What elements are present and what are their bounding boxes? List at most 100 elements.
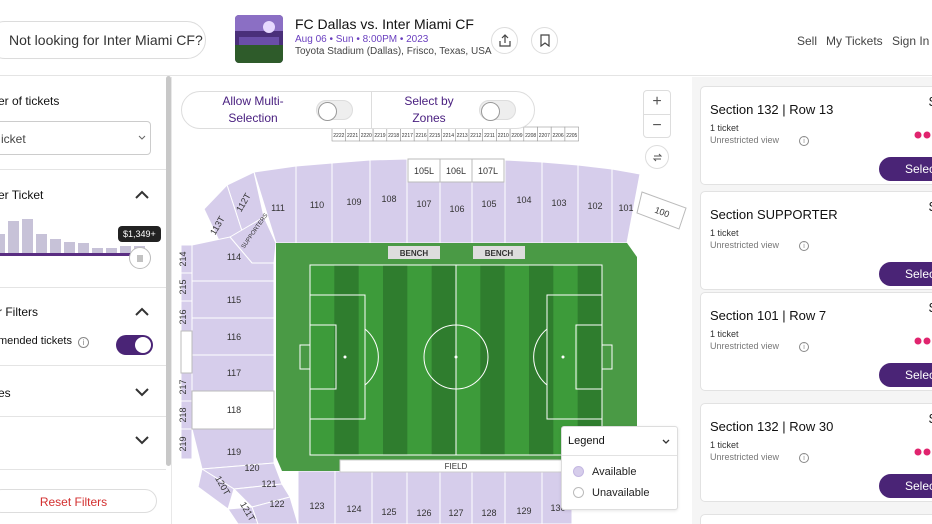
section-label: 217 [178, 379, 188, 394]
section-123[interactable] [297, 470, 336, 524]
section-label: 119 [227, 447, 241, 457]
listing-card[interactable]: Section 101 | Row 7 1 ticket Unrestricte… [700, 292, 932, 391]
price-range-track[interactable] [0, 253, 140, 256]
recommended-toggle[interactable] [116, 335, 153, 355]
info-icon[interactable]: i [78, 337, 89, 348]
info-icon[interactable]: i [799, 453, 809, 463]
zoom-out-button[interactable]: − [644, 115, 670, 138]
chevron-down-icon[interactable] [135, 435, 149, 445]
legend-title: Legend [568, 435, 605, 447]
listing-card[interactable]: Section 132 | Row 13 1 ticket Unrestrict… [700, 86, 932, 185]
select-button[interactable]: Select [879, 262, 932, 286]
bookmark-button[interactable] [531, 27, 558, 54]
section-label: 123 [309, 501, 324, 511]
pitch-stripe [456, 265, 481, 455]
chevron-down-icon[interactable] [662, 439, 670, 445]
event-thumbnail[interactable] [235, 15, 283, 63]
section-label: 215 [178, 279, 188, 294]
histogram-bar [64, 242, 75, 253]
section-label: 219 [178, 436, 188, 451]
pitch-stripe [480, 265, 506, 455]
share-button[interactable] [491, 27, 518, 54]
chevron-up-icon[interactable] [135, 307, 149, 317]
zones-toggle[interactable] [479, 100, 516, 121]
zoom-in-button[interactable]: + [644, 91, 670, 114]
nav-sign-in[interactable]: Sign In [892, 34, 929, 48]
zoom-controls: + − [643, 90, 671, 138]
select-button[interactable]: Select [879, 157, 932, 181]
select-button[interactable]: Select [879, 363, 932, 387]
listing-view: Unrestricted view [710, 452, 780, 462]
chevron-up-icon[interactable] [135, 190, 149, 200]
section-label: 107 [416, 199, 431, 209]
reset-filters-button[interactable]: Reset Filters [0, 489, 157, 513]
bookmark-icon [539, 34, 550, 47]
section-label: 114 [227, 252, 241, 262]
listing-card[interactable]: Section 132 | Row 30 1 ticket Unrestrict… [700, 403, 932, 502]
info-icon[interactable]: i [799, 342, 809, 352]
section-unlabeled-left[interactable] [180, 330, 193, 374]
section-label: 105L [414, 166, 434, 176]
row-number: 2216 [415, 133, 426, 139]
event-title: FC Dallas vs. Inter Miami CF [295, 16, 474, 32]
row-number: 2217 [402, 133, 413, 139]
section-label: 115 [227, 295, 241, 305]
listing-title: Section 132 | Row 13 [710, 102, 834, 117]
field-label: FIELD [445, 462, 468, 471]
row-number: 2206 [552, 133, 563, 139]
listing-card[interactable] [700, 514, 932, 524]
section-label: 218 [178, 407, 188, 422]
legend-available: Available [573, 466, 636, 478]
section-label: 216 [178, 309, 188, 324]
chevron-down-icon[interactable] [135, 387, 149, 397]
section-label: 106 [449, 204, 464, 214]
section-107-lower[interactable] [406, 181, 441, 244]
row-number: 2219 [374, 133, 385, 139]
row-number: 2222 [333, 133, 344, 139]
recommended-label: mended tickets [0, 335, 72, 347]
divider [0, 169, 166, 170]
multi-selection-toggle[interactable] [316, 100, 353, 121]
rating-dots [914, 337, 931, 345]
event-date: Aug 06 • Sun • 8:00PM • 2023 [295, 34, 429, 45]
section-label: 124 [346, 504, 361, 514]
rotate-map-button[interactable] [645, 145, 669, 169]
row-number-strip: 2222 2221 2220 2219 2218 2217 2216 2215 2214 2213… [331, 126, 579, 142]
multi-selection-label: Allow Multi-Selection [222, 94, 284, 125]
filters-scrollbar[interactable] [166, 76, 171, 466]
listing-quantity: 1 ticket [710, 123, 739, 133]
row-number: 2207 [539, 133, 550, 139]
row-number: 2214 [443, 133, 454, 139]
section-label: 102 [587, 201, 602, 211]
row-number: 2215 [429, 133, 440, 139]
section-label: 111 [271, 203, 285, 213]
histogram-bar [78, 243, 89, 253]
histogram-bar [8, 221, 19, 253]
row-number: 2220 [361, 133, 372, 139]
quantity-label: er of tickets [0, 94, 60, 108]
pitch-stripe [504, 265, 530, 455]
pitch-stripe [358, 265, 384, 455]
grip-icon [137, 254, 143, 262]
section-label: 117 [227, 368, 241, 378]
section-label: 105 [481, 199, 496, 209]
section-124[interactable] [334, 470, 373, 524]
section-129[interactable] [504, 470, 543, 524]
price-slider-handle[interactable] [129, 247, 151, 269]
listing-view: Unrestricted view [710, 240, 780, 250]
section-label: 103 [551, 198, 566, 208]
listing-card[interactable]: Section SUPPORTER 1 ticket Unrestricted … [700, 191, 932, 290]
info-icon[interactable]: i [799, 241, 809, 251]
legend-unavailable: Unavailable [573, 487, 649, 499]
quantity-select[interactable]: icket [0, 121, 151, 155]
listing-title: Section 101 | Row 7 [710, 308, 827, 323]
nav-sell[interactable]: Sell [797, 34, 817, 48]
info-icon[interactable]: i [799, 136, 809, 146]
select-button[interactable]: Select [879, 474, 932, 498]
price-tooltip: $1,349+ [118, 226, 161, 242]
nav-my-tickets[interactable]: My Tickets [826, 34, 883, 48]
section-label: 101 [618, 203, 633, 213]
search-input[interactable]: Not looking for Inter Miami CF? [0, 21, 206, 59]
share-icon [498, 34, 511, 47]
listing-view: Unrestricted view [710, 341, 780, 351]
